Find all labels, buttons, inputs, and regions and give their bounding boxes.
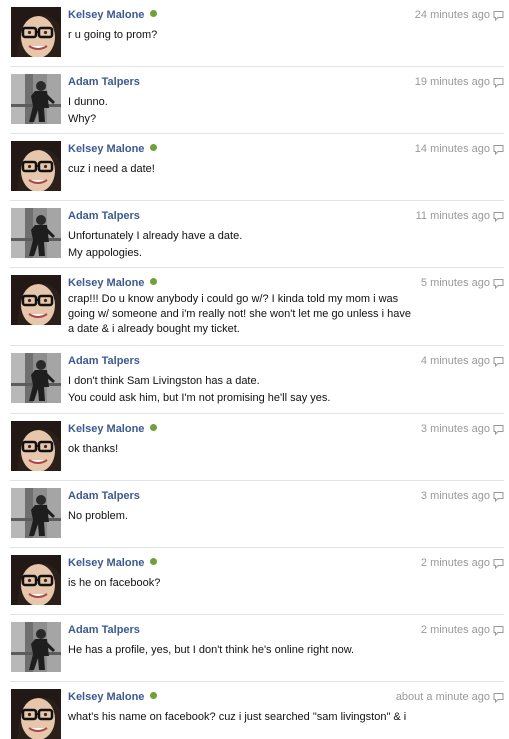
message-text: You could ask him, but I'm not promising… [68,392,331,404]
message-text: My appologies. [68,247,142,259]
online-status-icon [150,558,158,565]
comment-icon[interactable] [493,10,504,22]
author-name[interactable]: Kelsey Malone [68,557,144,569]
message-item: Adam Talpers 19 minutes ago I dunno. Why? [0,67,509,133]
online-status-icon [150,278,158,285]
message-body: crap!!! Do u know anybody i could go w/?… [68,292,420,337]
author-link[interactable]: Adam Talpers [68,624,140,636]
avatar[interactable] [11,208,61,258]
author-name[interactable]: Kelsey Malone [68,9,144,21]
author-link[interactable]: Kelsey Malone [68,557,158,569]
message-item: Kelsey Malone 14 minutes ago cuz i need a… [0,134,509,200]
comment-icon[interactable] [493,424,504,436]
timestamp: about a minute ago [395,691,490,703]
avatar[interactable] [11,74,61,124]
avatar[interactable] [11,353,61,403]
message-text: what's his name on facebook? cuz i just … [68,711,407,723]
comment-icon[interactable] [493,144,504,156]
message-text: I don't think Sam Livingston has a date. [68,375,260,387]
timestamp: 14 minutes ago [414,143,490,155]
message-text: ok thanks! [68,443,119,455]
author-link[interactable]: Adam Talpers [68,490,140,502]
timestamp: 2 minutes ago [420,624,490,636]
author-link[interactable]: Kelsey Malone [68,691,158,703]
message-body: r u going to prom? [68,27,428,44]
message-text: cuz i need a date! [68,163,155,175]
message-body: is he on facebook? [68,575,428,592]
timestamp: 19 minutes ago [414,76,490,88]
comment-icon[interactable] [493,211,504,223]
author-name[interactable]: Adam Talpers [68,76,140,88]
timestamp: 3 minutes ago [420,490,490,502]
message-item: Kelsey Malone 5 minutes ago crap!!! Do u … [0,268,509,345]
timestamp: 5 minutes ago [420,277,490,289]
message-text: Why? [68,113,97,125]
comment-icon[interactable] [493,77,504,89]
message-body: No problem. [68,508,428,525]
timestamp: 3 minutes ago [420,423,490,435]
author-link[interactable]: Kelsey Malone [68,9,158,21]
avatar[interactable] [11,421,61,471]
comment-icon[interactable] [493,491,504,503]
author-name[interactable]: Adam Talpers [68,355,140,367]
timestamp: 24 minutes ago [414,9,490,21]
avatar[interactable] [11,275,61,325]
message-item: Kelsey Malone about a minute ago what's h… [0,682,509,739]
avatar[interactable] [11,689,61,739]
author-link[interactable]: Adam Talpers [68,76,140,88]
comment-icon[interactable] [493,625,504,637]
online-status-icon [150,424,158,431]
online-status-icon [150,144,158,151]
message-body: ok thanks! [68,441,428,458]
avatar[interactable] [11,555,61,605]
author-link[interactable]: Adam Talpers [68,210,140,222]
message-text: is he on facebook? [68,577,161,589]
message-item: Adam Talpers 4 minutes ago I don't think … [0,346,509,413]
comment-icon[interactable] [493,692,504,704]
avatar[interactable] [11,7,61,57]
message-body: I don't think Sam Livingston has a date.… [68,373,428,407]
message-item: Kelsey Malone 2 minutes ago is he on face… [0,548,509,614]
message-text: He has a profile, yes, but I don't think… [68,644,355,656]
timestamp: 11 minutes ago [415,210,490,222]
message-body: Unfortunately I already have a date. My a… [68,228,428,262]
message-item: Kelsey Malone 3 minutes ago ok thanks! [0,414,509,480]
comment-icon[interactable] [493,278,504,290]
message-text: No problem. [68,510,128,522]
author-name[interactable]: Kelsey Malone [68,423,144,435]
message-body: what's his name on facebook? cuz i just … [68,709,428,726]
message-text: Unfortunately I already have a date. [68,230,243,242]
message-text: r u going to prom? [68,29,158,41]
author-link[interactable]: Kelsey Malone [68,277,158,289]
author-link[interactable]: Kelsey Malone [68,143,158,155]
message-item: Adam Talpers 2 minutes ago He has a profi… [0,615,509,681]
online-status-icon [150,10,158,17]
timestamp: 4 minutes ago [420,355,490,367]
message-body: I dunno. Why? [68,94,428,128]
message-item: Adam Talpers 3 minutes ago No problem. [0,481,509,547]
message-text: I dunno. [68,96,108,108]
avatar[interactable] [11,141,61,191]
online-status-icon [150,692,158,699]
timestamp: 2 minutes ago [420,557,490,569]
author-name[interactable]: Adam Talpers [68,210,140,222]
author-name[interactable]: Adam Talpers [68,624,140,636]
author-name[interactable]: Kelsey Malone [68,691,144,703]
avatar[interactable] [11,622,61,672]
author-link[interactable]: Adam Talpers [68,355,140,367]
message-body: He has a profile, yes, but I don't think… [68,642,428,659]
message-item: Kelsey Malone 24 minutes ago r u going to… [0,0,509,66]
author-link[interactable]: Kelsey Malone [68,423,158,435]
comment-icon[interactable] [493,558,504,570]
author-name[interactable]: Adam Talpers [68,490,140,502]
message-item: Adam Talpers 11 minutes ago Unfortunately… [0,201,509,267]
message-text: crap!!! Do u know anybody i could go w/?… [68,293,411,335]
comment-icon[interactable] [493,356,504,368]
author-name[interactable]: Kelsey Malone [68,143,144,155]
message-body: cuz i need a date! [68,161,428,178]
avatar[interactable] [11,488,61,538]
author-name[interactable]: Kelsey Malone [68,277,144,289]
